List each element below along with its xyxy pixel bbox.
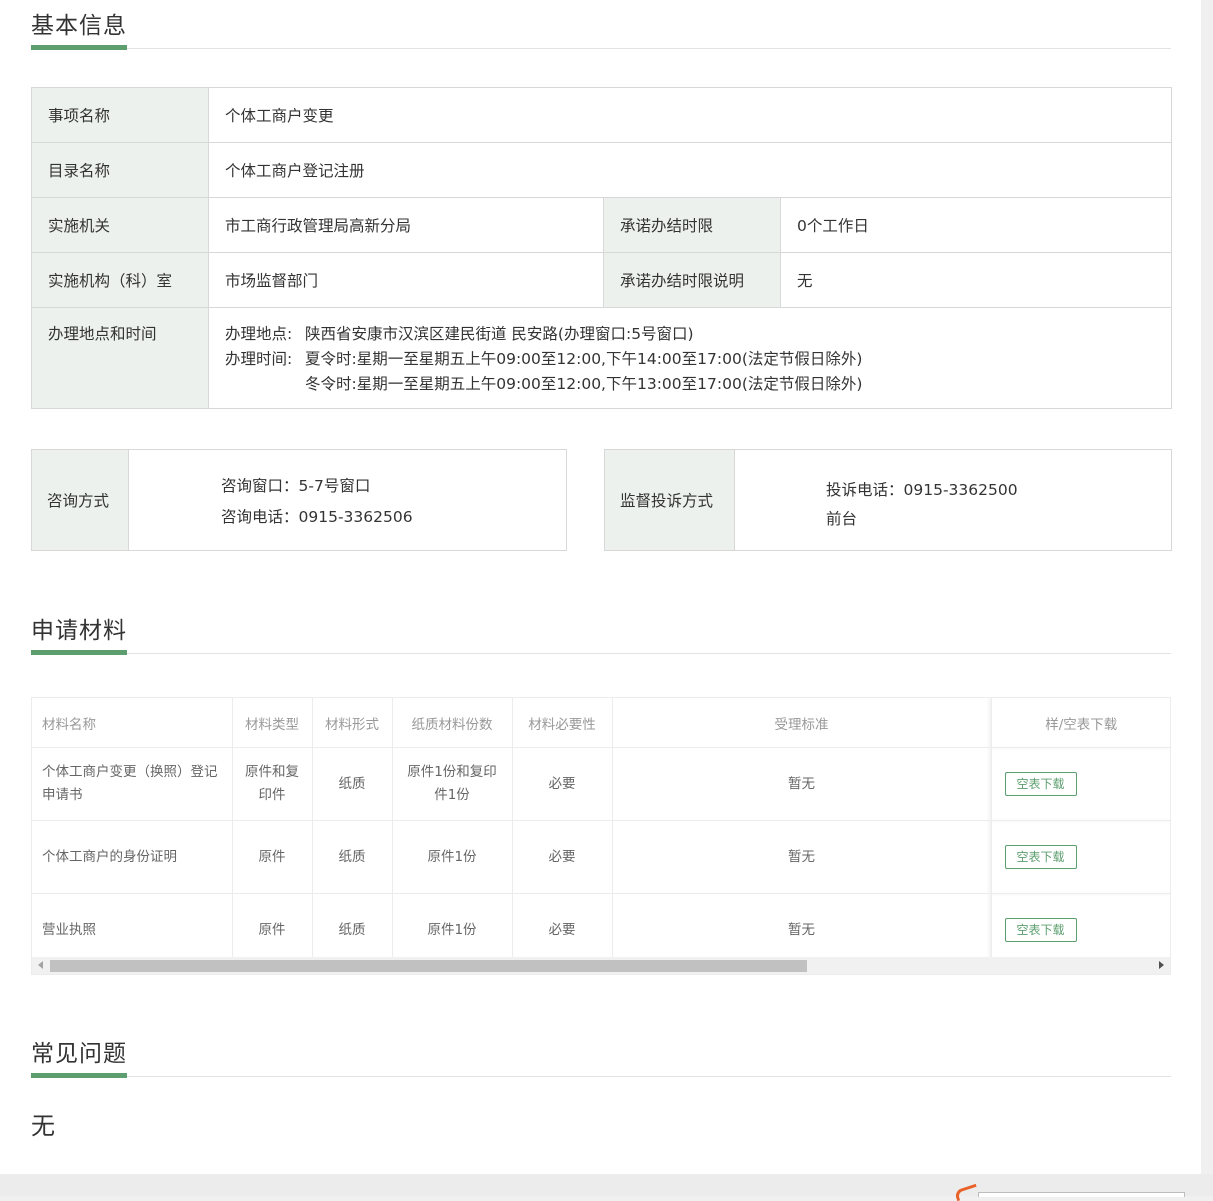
material-copies: 原件1份 (392, 893, 513, 967)
consult-window: 咨询窗口：5-7号窗口 (221, 477, 371, 495)
header-necessity: 材料必要性 (512, 698, 613, 748)
header-standard: 受理标准 (612, 698, 992, 748)
hours-winter: 冬令时:星期一至星期五上午09:00至12:00,下午13:00至17:00(法… (305, 375, 863, 393)
section-title-faq: 常见问题 (31, 1028, 1171, 1078)
material-copies: 原件1份 (392, 820, 513, 894)
table-row: 目录名称 个体工商户登记注册 (31, 142, 1172, 198)
material-necessity: 必要 (512, 820, 613, 894)
download-cell: 空表下载 (991, 893, 1170, 967)
section-title-underline (31, 1073, 127, 1078)
section-title-basic-info: 基本信息 (31, 0, 1171, 50)
download-cell: 空表下载 (991, 747, 1170, 821)
deadline-label: 承诺办结时限 (603, 197, 781, 253)
table-header-row: 材料名称 材料类型 材料形式 纸质材料份数 材料必要性 受理标准 样/空表下载 (32, 698, 1170, 748)
material-type: 原件和复印件 (232, 747, 313, 821)
section-title-text: 基本信息 (31, 13, 127, 39)
material-form: 纸质 (312, 893, 393, 967)
table-row: 实施机构（科）室 市场监督部门 承诺办结时限说明 无 (31, 252, 1172, 308)
catalog-label: 目录名称 (31, 142, 209, 198)
consult-phone: 咨询电话：0915-3362506 (221, 508, 413, 526)
dept-value: 市场监督部门 (208, 252, 604, 308)
complaint-phone: 投诉电话：0915-3362500 (826, 481, 1018, 499)
address-key: 办理地点: (225, 325, 293, 343)
table-row: 营业执照 原件 纸质 原件1份 必要 暂无 空表下载 (32, 893, 1170, 967)
section-title-materials: 申请材料 (31, 605, 1171, 655)
scroll-right-arrow-icon[interactable] (1159, 961, 1164, 969)
hours-line: 办理时间: 夏令时:星期一至星期五上午09:00至12:00,下午14:00至1… (225, 347, 1155, 372)
material-form: 纸质 (312, 820, 393, 894)
horizontal-scrollbar[interactable] (32, 957, 1170, 974)
agency-label: 实施机关 (31, 197, 209, 253)
complaint-place: 前台 (826, 510, 858, 528)
download-cell: 空表下载 (991, 820, 1170, 894)
address-line: 办理地点: 陕西省安康市汉滨区建民街道 民安路(办理窗口:5号窗口) (225, 322, 1155, 347)
header-download: 样/空表下载 (991, 698, 1170, 748)
hours-line-winter: 冬令时:星期一至星期五上午09:00至12:00,下午13:00至17:00(法… (225, 372, 1155, 397)
material-necessity: 必要 (512, 747, 613, 821)
basic-info-table: 事项名称 个体工商户变更 目录名称 个体工商户登记注册 实施机关 市工商行政管理… (31, 87, 1172, 409)
header-material-name: 材料名称 (32, 698, 233, 748)
material-copies: 原件1份和复印件1份 (392, 747, 513, 821)
material-type: 原件 (232, 820, 313, 894)
complaint-label: 监督投诉方式 (605, 450, 735, 550)
hours-key: 办理时间: (225, 350, 293, 368)
material-standard: 暂无 (612, 747, 992, 821)
table-row: 事项名称 个体工商户变更 (31, 87, 1172, 143)
section-title-text: 申请材料 (31, 618, 127, 644)
faq-value: 无 (31, 1112, 55, 1140)
material-standard: 暂无 (612, 820, 992, 894)
section-title-underline (31, 45, 127, 50)
material-type: 原件 (232, 893, 313, 967)
material-form: 纸质 (312, 747, 393, 821)
catalog-value: 个体工商户登记注册 (208, 142, 1172, 198)
address-value: 陕西省安康市汉滨区建民街道 民安路(办理窗口:5号窗口) (305, 325, 694, 343)
deadline-value: 0个工作日 (780, 197, 1172, 253)
blank-form-download-button[interactable]: 空表下载 (1004, 918, 1077, 942)
item-name-label: 事项名称 (31, 87, 209, 143)
content-panel: 基本信息 事项名称 个体工商户变更 目录名称 个体工商户登记注册 实施机关 市工… (0, 0, 1201, 1174)
table-row: 办理地点和时间 办理地点: 陕西省安康市汉滨区建民街道 民安路(办理窗口:5号窗… (31, 307, 1172, 409)
header-paper-copies: 纸质材料份数 (392, 698, 513, 748)
location-time-value: 办理地点: 陕西省安康市汉滨区建民街道 民安路(办理窗口:5号窗口) 办理时间:… (208, 307, 1172, 409)
hours-key-spacer (225, 372, 305, 397)
scrollbar-thumb[interactable] (50, 960, 807, 972)
table-row: 个体工商户的身份证明 原件 纸质 原件1份 必要 暂无 空表下载 (32, 820, 1170, 894)
material-standard: 暂无 (612, 893, 992, 967)
material-name: 个体工商户的身份证明 (32, 820, 233, 894)
material-name: 营业执照 (32, 893, 233, 967)
footer-widget[interactable] (978, 1192, 1185, 1197)
blank-form-download-button[interactable]: 空表下载 (1004, 845, 1077, 869)
location-time-label: 办理地点和时间 (31, 307, 209, 409)
section-title-text: 常见问题 (31, 1041, 127, 1067)
consult-label: 咨询方式 (32, 450, 129, 550)
table-row: 个体工商户变更（换照）登记申请书 原件和复印件 纸质 原件1份和复印件1份 必要… (32, 747, 1170, 821)
deadline-note-label: 承诺办结时限说明 (603, 252, 781, 308)
agency-value: 市工商行政管理局高新分局 (208, 197, 604, 253)
header-material-form: 材料形式 (312, 698, 393, 748)
consult-box: 咨询方式 咨询窗口：5-7号窗口 咨询电话：0915-3362506 (31, 449, 567, 551)
materials-table-container: 材料名称 材料类型 材料形式 纸质材料份数 材料必要性 受理标准 样/空表下载 … (31, 697, 1171, 975)
material-necessity: 必要 (512, 893, 613, 967)
dept-label: 实施机构（科）室 (31, 252, 209, 308)
table-row: 实施机关 市工商行政管理局高新分局 承诺办结时限 0个工作日 (31, 197, 1172, 253)
material-name: 个体工商户变更（换照）登记申请书 (32, 747, 233, 821)
section-title-underline (31, 650, 127, 655)
scroll-left-arrow-icon[interactable] (38, 961, 43, 969)
item-name-value: 个体工商户变更 (208, 87, 1172, 143)
complaint-box: 监督投诉方式 投诉电话：0915-3362500 前台 (604, 449, 1172, 551)
deadline-note-value: 无 (780, 252, 1172, 308)
header-material-type: 材料类型 (232, 698, 313, 748)
materials-table: 材料名称 材料类型 材料形式 纸质材料份数 材料必要性 受理标准 样/空表下载 … (32, 698, 1170, 967)
hours-summer: 夏令时:星期一至星期五上午09:00至12:00,下午14:00至17:00(法… (305, 350, 863, 368)
blank-form-download-button[interactable]: 空表下载 (1004, 772, 1077, 796)
